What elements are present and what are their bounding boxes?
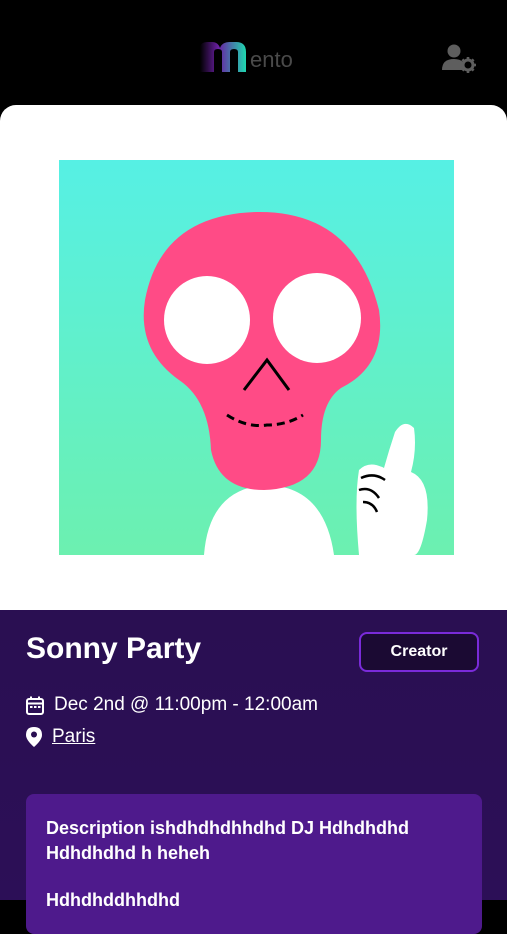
event-description-extra: Hdhdhddhhdhd	[46, 890, 180, 910]
event-datetime-row: Dec 2nd @ 11:00pm - 12:00am	[26, 694, 318, 716]
user-gear-icon[interactable]	[441, 43, 477, 73]
event-image-card	[0, 105, 507, 610]
logo-text: ento	[250, 47, 293, 72]
logo-m-mark	[200, 42, 246, 72]
event-artwork	[59, 160, 454, 555]
creator-button[interactable]: Creator	[359, 632, 479, 672]
event-location-link[interactable]: Paris	[52, 726, 95, 748]
event-title: Sonny Party	[26, 632, 202, 665]
calendar-icon	[26, 696, 44, 715]
app-header: ento	[0, 0, 507, 105]
map-pin-icon	[26, 727, 42, 747]
event-datetime: Dec 2nd @ 11:00pm - 12:00am	[54, 694, 318, 715]
event-description: Description ishdhdhdhhdhd DJ Hdhdhdhd Hd…	[46, 818, 409, 863]
event-description-card: Description ishdhdhdhhdhd DJ Hdhdhdhd Hd…	[26, 794, 482, 934]
event-info-panel: Sonny Party Creator Dec 2nd @ 11:00pm - …	[0, 610, 507, 934]
event-location-row: Paris	[26, 726, 95, 748]
mento-logo[interactable]: ento	[196, 40, 293, 72]
